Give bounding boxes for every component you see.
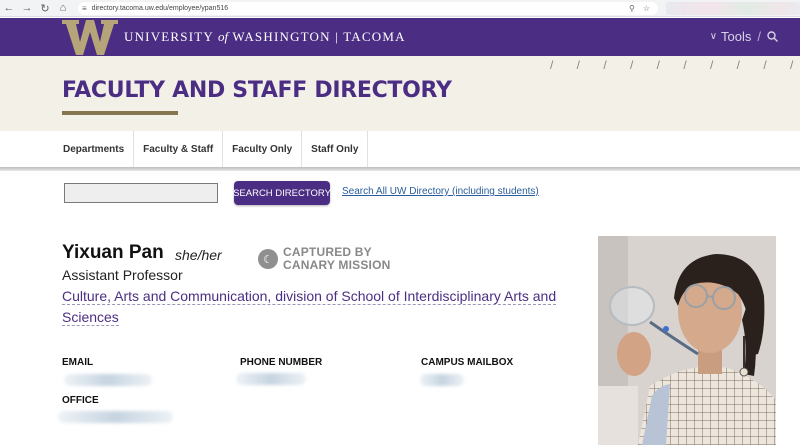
mailbox-label: CAMPUS MAILBOX <box>421 357 514 368</box>
department-link[interactable]: Culture, Arts and Communication, divisio… <box>62 286 592 328</box>
office-redacted <box>58 411 173 423</box>
mailbox-redacted <box>420 374 464 386</box>
office-label: OFFICE <box>62 395 99 406</box>
canary-icon: ☾ <box>258 249 278 269</box>
email-redacted <box>64 374 152 386</box>
person-pronouns: she/her <box>175 247 222 263</box>
tools-label[interactable]: Tools <box>721 29 751 44</box>
tab-departments[interactable]: Departments <box>54 131 135 167</box>
back-arrow-icon[interactable]: ← <box>0 0 18 17</box>
tab-faculty-only[interactable]: Faculty Only <box>223 131 303 167</box>
uw-header: UNIVERSITY of WASHINGTON | TACOMA ∨ Tool… <box>0 18 800 56</box>
url-text[interactable]: directory.tacoma.uw.edu/employee/ypan516 <box>92 5 629 12</box>
nav-shadow <box>0 167 800 171</box>
university-prefix: UNIVERSITY <box>124 29 214 44</box>
university-suffix: WASHINGTON | TACOMA <box>232 29 406 44</box>
reload-icon[interactable]: ↻ <box>36 0 54 17</box>
search-directory-button[interactable]: SEARCH DIRECTORY <box>233 181 331 205</box>
uw-w-logo[interactable] <box>62 18 118 56</box>
person-name: Yixuan Pan <box>62 242 164 263</box>
address-bar[interactable]: ≡ directory.tacoma.uw.edu/employee/ypan5… <box>78 1 658 15</box>
search-all-uw-link[interactable]: Search All UW Directory (including stude… <box>342 186 539 197</box>
search-input[interactable] <box>64 183 218 203</box>
tools-menu[interactable]: ∨ Tools / <box>710 29 778 44</box>
email-label: EMAIL <box>62 357 94 368</box>
title-underline <box>62 111 178 115</box>
search-icon[interactable] <box>767 31 778 42</box>
canary-line-2: CANARY MISSION <box>283 258 391 272</box>
phone-redacted <box>236 373 306 385</box>
forward-arrow-icon[interactable]: → <box>18 0 36 17</box>
tab-faculty-staff[interactable]: Faculty & Staff <box>134 131 224 167</box>
page-title: FACULTY AND STAFF DIRECTORY <box>62 78 452 103</box>
university-of: of <box>217 29 229 44</box>
decorative-slashes: / / / / / / / / / / / / / / <box>550 58 800 72</box>
phone-label: PHONE NUMBER <box>240 357 323 368</box>
person-title: Assistant Professor <box>62 267 183 283</box>
tune-icon[interactable]: ≡ <box>82 4 87 13</box>
star-icon[interactable]: ☆ <box>643 4 650 13</box>
chevron-down-icon: ∨ <box>709 31 718 42</box>
university-name[interactable]: UNIVERSITY of WASHINGTON | TACOMA <box>124 29 406 45</box>
zoom-icon[interactable]: ⚲ <box>629 4 635 13</box>
browser-toolbar: ← → ↻ ⌂ ≡ directory.tacoma.uw.edu/employ… <box>0 0 800 17</box>
tab-staff-only[interactable]: Staff Only <box>302 131 369 167</box>
department-text[interactable]: Culture, Arts and Communication, divisio… <box>62 288 557 326</box>
divider: / <box>757 29 761 44</box>
directory-nav: Departments Faculty & Staff Faculty Only… <box>0 131 800 167</box>
profile-photo <box>598 236 776 445</box>
canary-text: CAPTURED BY CANARY MISSION <box>283 246 390 272</box>
extensions-area <box>666 1 800 15</box>
home-icon[interactable]: ⌂ <box>54 0 72 17</box>
directory-banner: / / / / / / / / / / / / / / FACULTY AND … <box>0 56 800 131</box>
canary-mission-badge[interactable]: ☾ CAPTURED BY CANARY MISSION <box>258 246 390 272</box>
